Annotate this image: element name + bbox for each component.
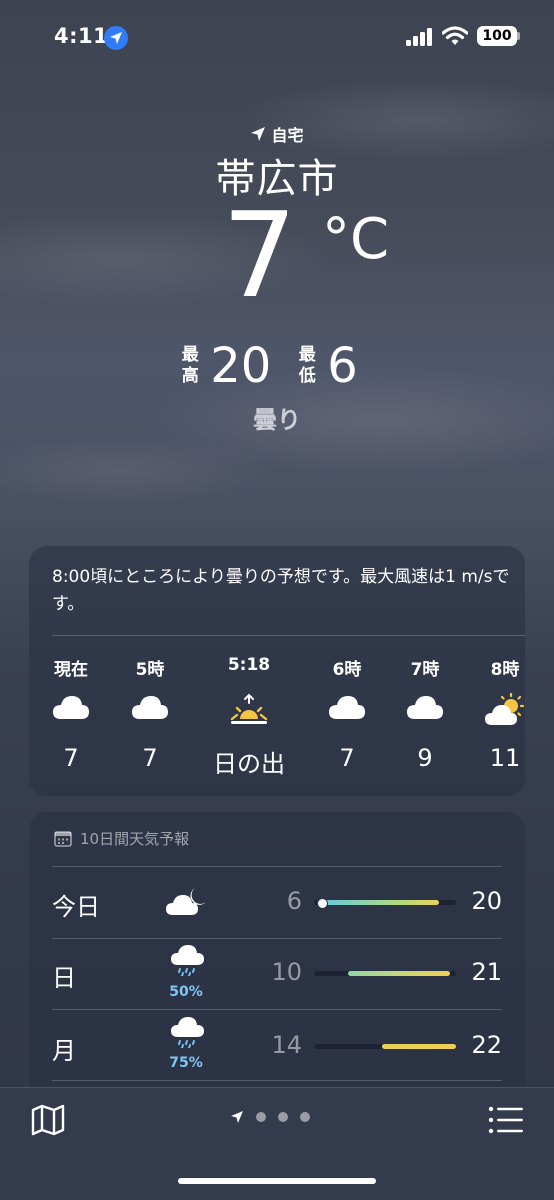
rain-cloud-icon <box>170 1016 206 1052</box>
cloud-icon <box>33 693 109 729</box>
temperature-range-fill <box>382 1044 456 1049</box>
page-dot[interactable] <box>300 1112 310 1122</box>
temperature-range-bar <box>314 898 456 909</box>
hour-temperature: 9 <box>417 744 433 772</box>
cloud-icon <box>387 693 463 729</box>
low-value: 6 <box>327 338 358 394</box>
day-low: 6 <box>286 887 302 915</box>
page-dot[interactable] <box>278 1112 288 1122</box>
location-row: 自宅 <box>0 122 554 146</box>
status-time: 4:11 <box>54 24 109 48</box>
temperature-range-fill <box>348 971 451 976</box>
temperature-range-bar <box>314 971 456 976</box>
high-value: 20 <box>210 338 272 394</box>
battery-tip <box>517 32 520 40</box>
day-low: 14 <box>271 1031 302 1059</box>
sunrise-icon <box>211 693 287 729</box>
home-indicator[interactable] <box>178 1178 376 1184</box>
high-low-row: 最高 20 最低 6 <box>0 342 554 390</box>
day-high: 22 <box>471 1031 502 1059</box>
condition-text: 曇り <box>253 406 301 434</box>
map-icon[interactable] <box>30 1103 66 1137</box>
row-divider <box>52 1009 502 1010</box>
forecast-summary: 8:00頃にところにより曇りの予想です。最大風速は1 m/sです。 <box>52 567 510 614</box>
day-low: 10 <box>271 958 302 986</box>
partly-sunny-icon <box>467 693 543 729</box>
day-high: 21 <box>471 958 502 986</box>
cloud-moon-icon <box>164 885 210 923</box>
current-temperature: 7 <box>222 186 297 324</box>
hour-temperature: 7 <box>339 744 355 772</box>
precipitation-chance: 75% <box>169 1055 203 1071</box>
hour-label: 8時 <box>490 660 520 680</box>
cellular-signal-icon <box>406 28 432 46</box>
row-divider <box>52 938 502 939</box>
current-temperature-dot <box>317 898 328 909</box>
battery-indicator: 100 <box>477 26 517 46</box>
hour-label: 6時 <box>332 660 362 680</box>
hour-label: 5時 <box>135 660 165 680</box>
temperature-unit: °C <box>322 207 390 272</box>
temperature-range-fill <box>316 900 439 905</box>
sunrise-text: 日の出 <box>213 750 285 778</box>
location-services-icon <box>104 26 128 50</box>
page-indicator[interactable] <box>230 1110 310 1124</box>
day-label: 今日 <box>52 893 100 921</box>
hourly-divider <box>52 635 525 636</box>
row-divider <box>52 1080 502 1081</box>
hour-label: 7時 <box>410 660 440 680</box>
list-icon[interactable] <box>488 1106 524 1134</box>
high-label: 最高 <box>181 345 199 386</box>
hour-temperature: 7 <box>142 744 158 772</box>
daily-divider <box>52 866 502 867</box>
low-label: 最低 <box>298 345 316 386</box>
day-label: 月 <box>52 1037 76 1065</box>
hour-label: 現在 <box>54 660 88 680</box>
temperature-range-bar <box>314 1044 456 1049</box>
rain-cloud-icon <box>170 944 206 980</box>
hour-label: 5:18 <box>227 655 271 675</box>
location-arrow-icon <box>251 127 266 141</box>
location-label: 自宅 <box>271 126 304 145</box>
day-label: 日 <box>52 964 76 992</box>
hour-temperature: 7 <box>63 744 79 772</box>
cloud-icon <box>112 693 188 729</box>
calendar-icon <box>54 831 72 847</box>
cloud-icon <box>309 693 385 729</box>
day-high: 20 <box>471 887 502 915</box>
daily-forecast-header: 10日間天気予報 <box>54 828 189 849</box>
hour-temperature: 11 <box>489 744 521 772</box>
wifi-icon <box>442 26 468 45</box>
current-location-page-icon[interactable] <box>230 1110 244 1124</box>
daily-header-label: 10日間天気予報 <box>80 830 190 848</box>
precipitation-chance: 50% <box>169 984 203 1000</box>
page-dot[interactable] <box>256 1112 266 1122</box>
